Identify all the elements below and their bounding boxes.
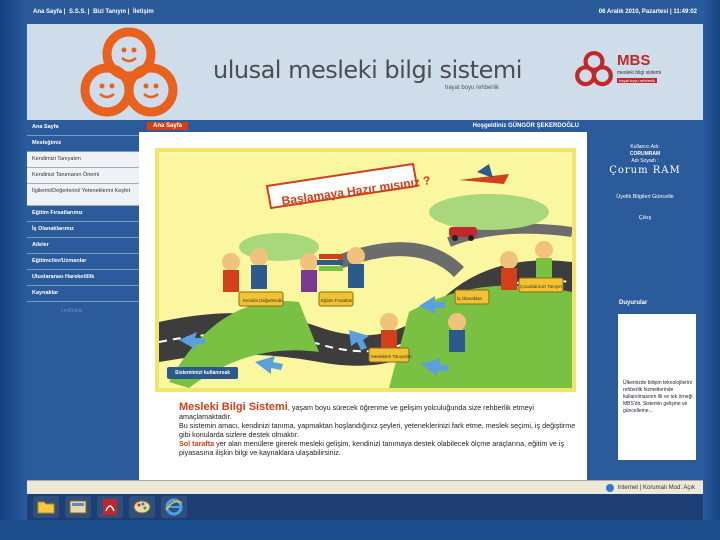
road-illustration: Başlamaya Hazır mısınız ? Kendini Değerl… <box>159 162 572 388</box>
description: Mesleki Bilgi Sistemi, yaşam boyu sürece… <box>179 402 579 458</box>
screen-bottom-bezel <box>0 520 720 540</box>
top-link-contact[interactable]: İletişim <box>133 9 154 15</box>
top-bar: Ana Sayfa | S.S.S. | Bizi Tanıyın | İlet… <box>27 0 703 24</box>
content-header: Ana Sayfa Hoşgeldiniz GÜNGÖR ŞEKERDOĞLU <box>139 120 587 132</box>
sign-is-text: İş Olanakları <box>457 295 482 301</box>
menu-item-international[interactable]: Uluslararası Hareketlilik <box>27 270 139 286</box>
username-label: Kullanıcı Adı: <box>630 144 660 150</box>
paint-icon[interactable] <box>129 496 155 518</box>
fullname-value: Çorum RAM <box>609 165 681 176</box>
site-subtitle: hayat boyu rehberlik <box>445 85 500 91</box>
sign-cocuk-text: Çocuklarınızı Tanıyın <box>520 284 562 289</box>
mbs-logo: MBS mesleki bilgi sistemi hayat boyu reh… <box>573 48 681 106</box>
announcements-text: Ülkemizde bilişim teknolojilerini rehber… <box>623 380 693 414</box>
top-link-home[interactable]: Ana Sayfa <box>33 9 62 15</box>
description-lead3: Sol tarafta <box>179 439 215 448</box>
separator: | <box>669 9 672 15</box>
screen-left-bezel <box>0 0 27 520</box>
zone-text: Internet | Korumalı Mod: Açık <box>617 484 695 491</box>
status-bar: Internet | Korumalı Mod: Açık <box>27 480 703 494</box>
username-value: CORUMRAM <box>629 151 661 157</box>
menu-item-home[interactable]: Ana Sayfa <box>27 120 139 136</box>
description-line3: yer alan menülere girerek mesleki gelişi… <box>179 439 565 457</box>
top-link-about[interactable]: Bizi Tanıyın <box>93 9 126 15</box>
announcements-header: Duyurular <box>615 297 699 311</box>
menu-item-educators[interactable]: Eğitimciler/Uzmanlar <box>27 254 139 270</box>
menu-item-know-yourself[interactable]: Kendimizi Tanıyalım <box>27 152 139 168</box>
content-tab[interactable]: Ana Sayfa <box>147 122 189 130</box>
mbs-logo-icon <box>575 50 613 87</box>
sign-egitim-text: Eğitim Fırsatları <box>321 298 353 303</box>
sign-meslekler-text: Meslekleri Tanıyalım <box>371 354 412 359</box>
menu-item-discover[interactable]: İlgilerini/Değerlerini/ Yeteneklerini Ke… <box>27 184 139 206</box>
site-logo-icon[interactable] <box>79 24 179 124</box>
menu-item-importance[interactable]: Kendinizi Tanımanın Önemi <box>27 168 139 184</box>
airplane-icon <box>459 164 509 184</box>
globe-icon <box>605 483 614 492</box>
cta-button[interactable]: Sistemimizi kullanırsak <box>167 367 239 379</box>
left-menu: Ana Sayfa Mesleğimiz Kendimizi Tanıyalım… <box>27 120 139 480</box>
profile-update-link[interactable]: Üyelik Bilgileri Güncelle <box>603 194 687 201</box>
site-header: ulusal mesleki bilgi sistemi hayat boyu … <box>27 24 703 120</box>
folder-icon[interactable] <box>33 496 59 518</box>
browser-icon[interactable] <box>161 496 187 518</box>
datetime: 06 Aralık 2010, Pazartesi | 11:49:02 <box>599 9 697 15</box>
menu-item-profession[interactable]: Mesleğimiz <box>27 136 139 152</box>
menu-item-families[interactable]: Aileler <box>27 238 139 254</box>
top-link-faq[interactable]: S.S.S. <box>69 9 86 15</box>
menu-item-jobs[interactable]: İş Olanaklarımız <box>27 222 139 238</box>
menu-item-resources[interactable]: Kaynaklar <box>27 286 139 302</box>
time-text: 11:49:02 <box>673 9 697 15</box>
separator: | <box>87 9 90 15</box>
logout-link[interactable]: Çıkış <box>603 215 687 222</box>
welcome-text: Hoşgeldiniz GÜNGÖR ŞEKERDOĞLU <box>472 123 579 129</box>
mbs-logo-sub: mesleki bilgi sistemi <box>617 70 662 76</box>
site-title: ulusal mesleki bilgi sistemi <box>213 56 522 84</box>
browser-window: Ana Sayfa | S.S.S. | Bizi Tanıyın | İlet… <box>27 0 703 520</box>
faded-link[interactable]: LinkSitesi <box>27 302 139 320</box>
pdf-reader-icon[interactable] <box>97 496 123 518</box>
separator: | <box>63 9 66 15</box>
top-nav: Ana Sayfa | S.S.S. | Bizi Tanıyın | İlet… <box>33 9 154 15</box>
mbs-logo-tagline: hayat boyu rehberlik <box>617 78 658 83</box>
taskbar <box>27 494 703 520</box>
screen-right-bezel <box>703 0 720 540</box>
fullname-label: Adı Soyadı : <box>631 158 659 164</box>
mbs-logo-text: MBS <box>617 52 651 69</box>
file-manager-icon[interactable] <box>65 496 91 518</box>
main-content: Ana Sayfa Hoşgeldiniz GÜNGÖR ŞEKERDOĞLU … <box>139 120 587 480</box>
sign-kendini-text: Kendini Değerlendir <box>243 298 283 303</box>
description-line2: Bu sistemin amacı, kendinizi tanıma, yap… <box>179 421 576 439</box>
menu-item-education[interactable]: Eğitim Fırsatlarımız <box>27 206 139 222</box>
books-icon <box>317 254 343 271</box>
welcome-illustration[interactable]: Başlamaya Hazır mısınız ? Kendini Değerl… <box>155 148 576 392</box>
user-box: Kullanıcı Adı: CORUMRAM Adı Soyadı : Çor… <box>603 144 687 222</box>
date-text: 06 Aralık 2010, Pazartesi <box>598 9 669 15</box>
separator: | <box>127 9 130 15</box>
